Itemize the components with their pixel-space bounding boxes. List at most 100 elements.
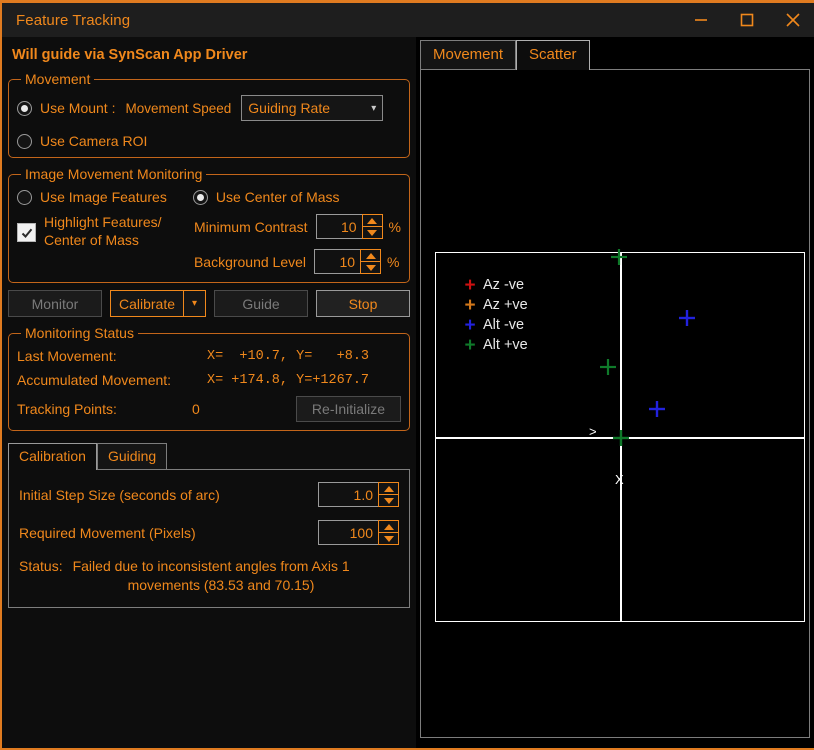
legend-label-az-neg: Az -ve xyxy=(483,277,525,293)
movement-speed-select[interactable]: Guiding Rate ▾ xyxy=(241,95,384,121)
data-point-alt-neg xyxy=(677,308,697,333)
guide-button[interactable]: Guide xyxy=(214,290,308,317)
tab-guiding[interactable]: Guiding xyxy=(96,443,168,469)
scatter-tab-panel: > X + Az -ve + Az +ve + Alt -ve + Alt +v… xyxy=(420,69,810,738)
legend-label-alt-neg: Alt -ve xyxy=(483,317,525,333)
window-title: Feature Tracking xyxy=(16,11,131,29)
use-center-of-mass-label: Use Center of Mass xyxy=(215,189,340,205)
scatter-plot[interactable]: > X + Az -ve + Az +ve + Alt -ve + Alt +v… xyxy=(435,249,805,622)
background-level-stepper[interactable]: 10 xyxy=(314,249,382,274)
use-camera-roi-label: Use Camera ROI xyxy=(40,133,148,149)
radio-use-camera-roi[interactable] xyxy=(17,133,32,149)
calibration-status-label: Status: xyxy=(19,558,63,574)
data-point-alt-pos xyxy=(598,357,618,382)
legend-marker-alt-neg: + xyxy=(464,314,476,336)
initial-step-size-down-icon[interactable] xyxy=(379,495,398,506)
minimum-contrast-arrows[interactable] xyxy=(361,214,383,239)
background-level-value: 10 xyxy=(314,249,361,274)
use-image-features-label: Use Image Features xyxy=(40,189,167,205)
accumulated-movement-label: Accumulated Movement: xyxy=(17,372,172,388)
y-axis-label-marker: X xyxy=(615,472,624,487)
monitor-button[interactable]: Monitor xyxy=(8,290,102,317)
movement-speed-label: Movement Speed xyxy=(125,100,232,116)
calibrate-dropdown-icon[interactable]: ▾ xyxy=(183,291,205,316)
movement-speed-value: Guiding Rate xyxy=(248,100,331,116)
maximize-icon[interactable] xyxy=(724,3,770,37)
tab-calibration[interactable]: Calibration xyxy=(8,443,97,470)
feature-tracking-window: Feature Tracking Will guide via SynScan … xyxy=(0,0,814,750)
minimum-contrast-label: Minimum Contrast xyxy=(193,218,308,235)
required-movement-label: Required Movement (Pixels) xyxy=(19,524,196,541)
data-point-alt-pos xyxy=(609,247,629,272)
initial-step-size-stepper[interactable]: 1.0 xyxy=(318,482,399,507)
initial-step-size-row: Initial Step Size (seconds of arc) 1.0 xyxy=(19,482,399,507)
driver-headline: Will guide via SynScan App Driver xyxy=(12,47,248,63)
re-initialize-button[interactable]: Re-Initialize xyxy=(296,396,401,422)
legend-item-alt-neg: + Alt -ve xyxy=(461,315,528,335)
required-movement-up-icon[interactable] xyxy=(379,521,398,533)
initial-step-size-up-icon[interactable] xyxy=(379,483,398,495)
window-controls xyxy=(678,3,814,37)
stop-button[interactable]: Stop xyxy=(316,290,410,317)
minimum-contrast-unit: % xyxy=(388,218,401,235)
minimum-contrast-stepper[interactable]: 10 xyxy=(315,214,383,239)
radio-use-mount[interactable] xyxy=(17,100,32,116)
calibration-tab-panel: Initial Step Size (seconds of arc) 1.0 R… xyxy=(8,469,410,608)
legend-item-az-pos: + Az +ve xyxy=(461,294,528,316)
radio-use-center-of-mass[interactable] xyxy=(192,189,208,205)
last-movement-value: X= +10.7, Y= +8.3 xyxy=(207,348,370,364)
initial-step-size-value: 1.0 xyxy=(318,482,378,507)
background-level-arrows[interactable] xyxy=(360,249,382,274)
calibrate-split-button[interactable]: Calibrate ▾ xyxy=(109,290,207,317)
legend-label-alt-pos: Alt +ve xyxy=(483,337,528,353)
legend-item-alt-pos: + Alt +ve xyxy=(461,334,528,356)
background-level-unit: % xyxy=(387,253,400,270)
background-level-up-icon[interactable] xyxy=(361,250,381,262)
minimum-contrast-value: 10 xyxy=(315,214,362,239)
left-panel: Will guide via SynScan App Driver Moveme… xyxy=(2,37,416,748)
accumulated-movement-value: X= +174.8, Y=+1267.7 xyxy=(207,372,370,388)
monitoring-status-group: Monitoring Status Last Movement: X= +10.… xyxy=(8,325,410,431)
background-level-down-icon[interactable] xyxy=(361,262,380,273)
required-movement-row: Required Movement (Pixels) 100 xyxy=(19,520,399,545)
legend-item-az-neg: + Az -ve xyxy=(461,275,528,295)
calibrate-button[interactable]: Calibrate xyxy=(111,291,183,316)
highlight-label-line1: Highlight Features/ xyxy=(44,214,162,230)
required-movement-value: 100 xyxy=(318,520,378,545)
minimum-contrast-down-icon[interactable] xyxy=(363,227,382,238)
required-movement-down-icon[interactable] xyxy=(379,533,398,544)
calibration-status-row: Status: Failed due to inconsistent angle… xyxy=(19,558,399,593)
chevron-down-icon: ▾ xyxy=(371,102,377,114)
right-panel: Movement Scatter > X + Az -ve + Az +ve +… xyxy=(416,37,814,748)
minimize-icon[interactable] xyxy=(678,3,724,37)
required-movement-arrows[interactable] xyxy=(378,520,399,545)
tab-scatter[interactable]: Scatter xyxy=(516,40,590,70)
background-level-label: Background Level xyxy=(193,253,307,270)
legend-marker-az-pos: + xyxy=(464,294,476,316)
tab-movement[interactable]: Movement xyxy=(420,40,517,69)
data-point-alt-neg xyxy=(647,399,667,424)
legend-marker-alt-pos: + xyxy=(464,334,476,356)
legend-label-az-pos: Az +ve xyxy=(483,297,528,313)
monitoring-group-legend: Image Movement Monitoring xyxy=(25,166,203,182)
radio-use-image-features[interactable] xyxy=(17,189,32,205)
last-movement-label: Last Movement: xyxy=(17,348,117,364)
scatter-legend: + Az -ve + Az +ve + Alt -ve + Alt +ve xyxy=(461,275,528,356)
initial-step-size-arrows[interactable] xyxy=(378,482,399,507)
tracking-points-value: 0 xyxy=(192,401,200,417)
checkbox-highlight-features[interactable] xyxy=(17,223,36,242)
minimum-contrast-up-icon[interactable] xyxy=(362,215,382,227)
calibration-status-line1: Failed due to inconsistent angles from A… xyxy=(72,558,350,574)
close-icon[interactable] xyxy=(770,3,814,37)
required-movement-stepper[interactable]: 100 xyxy=(318,520,399,545)
legend-marker-az-neg: + xyxy=(464,274,476,296)
calibration-guiding-tabbar: Calibration Guiding xyxy=(8,443,410,470)
highlight-label-line2: Center of Mass xyxy=(44,232,139,248)
image-movement-monitoring-group: Image Movement Monitoring Use Image Feat… xyxy=(8,166,410,283)
data-point-alt-pos xyxy=(611,428,631,453)
movement-group-legend: Movement xyxy=(25,71,91,87)
tracking-points-label: Tracking Points: xyxy=(17,401,117,417)
use-mount-label: Use Mount : xyxy=(40,100,116,116)
monitoring-status-legend: Monitoring Status xyxy=(25,325,134,341)
calibration-status-line2: movements (83.53 and 70.15) xyxy=(127,577,315,593)
